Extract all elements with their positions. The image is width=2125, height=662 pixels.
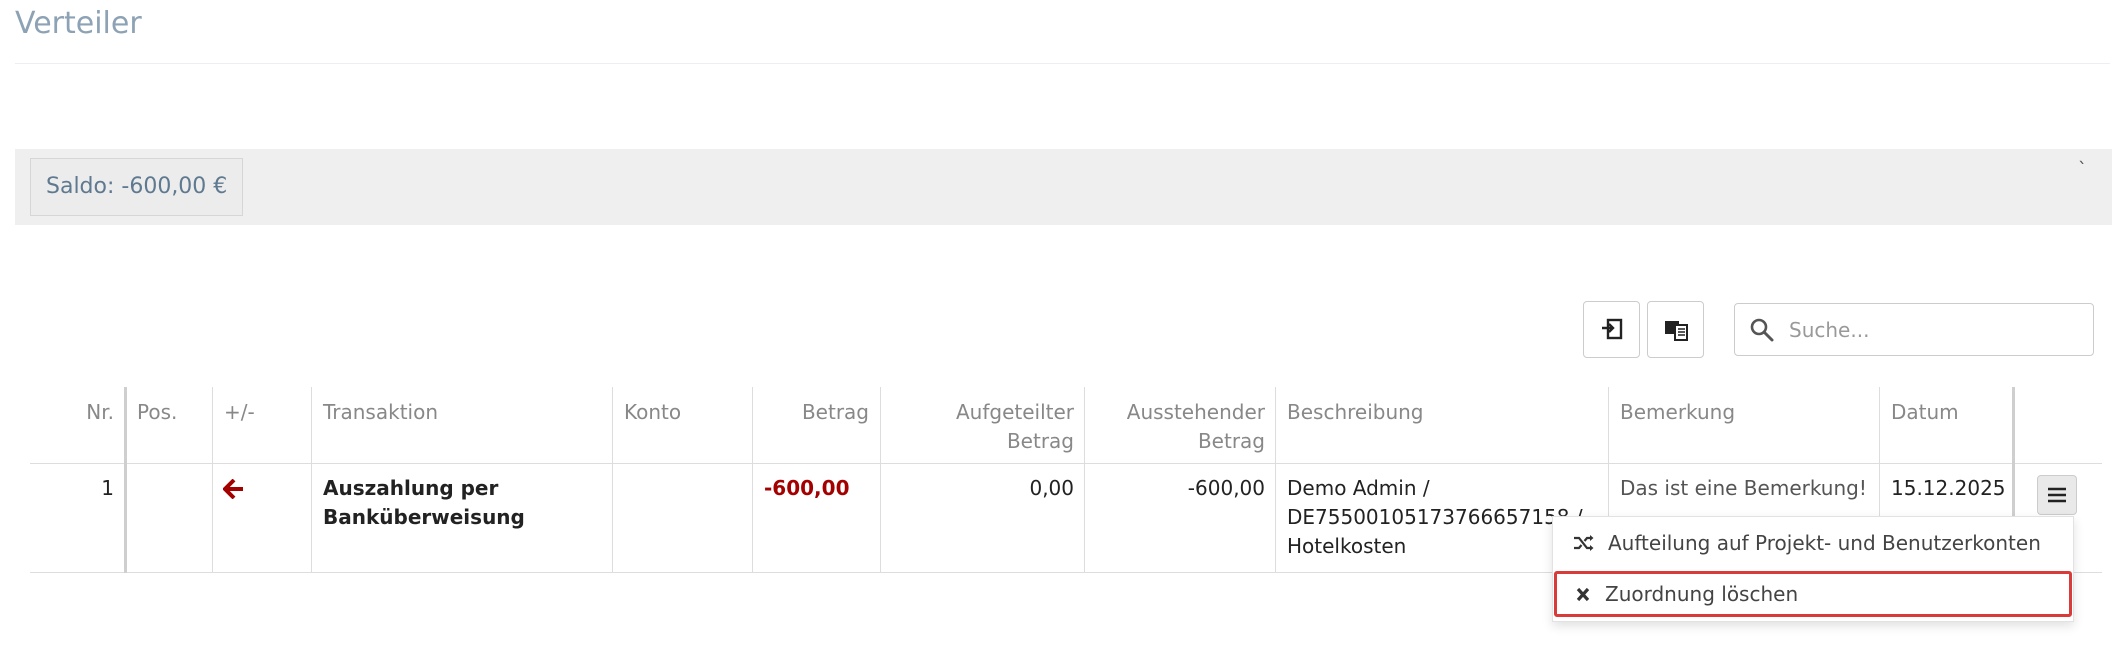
header-divider (30, 463, 2102, 464)
column-divider (1275, 387, 1276, 573)
cell-nr: 1 (101, 476, 114, 500)
header-date[interactable]: Datum (1891, 398, 1959, 427)
header-remark[interactable]: Bemerkung (1620, 398, 1735, 427)
row-actions-button[interactable] (2037, 475, 2077, 515)
cell-transaction-line1: Auszahlung per (323, 476, 499, 500)
search-box (1734, 303, 2094, 356)
header-split-amount-line2: Betrag (1006, 429, 1074, 453)
cell-date: 15.12.2025 (1891, 476, 2006, 500)
header-outstanding[interactable]: Ausstehender Betrag (1084, 398, 1265, 456)
header-outstanding-line1: Ausstehender (1126, 400, 1265, 424)
column-divider (212, 387, 213, 573)
import-icon (1601, 318, 1622, 339)
search-icon (1750, 318, 1774, 342)
cell-description-line3: Hotelkosten (1287, 534, 1407, 558)
arrow-left-icon (223, 479, 243, 499)
column-divider (124, 387, 127, 573)
columns-button[interactable] (1647, 301, 1704, 358)
column-divider (311, 387, 312, 573)
header-split-amount[interactable]: Aufgeteilter Betrag (880, 398, 1074, 456)
title-divider (15, 63, 2110, 64)
header-sign[interactable]: +/- (224, 398, 255, 427)
close-icon (1576, 587, 1590, 602)
cell-remark: Das ist eine Bemerkung! (1620, 476, 1867, 500)
header-pos[interactable]: Pos. (137, 398, 177, 427)
collapse-toggle[interactable]: ` (2078, 159, 2087, 180)
row-actions-dropdown: Aufteilung auf Projekt- und Benutzerkont… (1552, 516, 2074, 622)
menu-icon (2048, 487, 2066, 503)
menu-item-delete-assignment-label: Zuordnung löschen (1605, 582, 1799, 606)
page-title: Verteiler (15, 6, 142, 41)
cell-transaction-line2: Banküberweisung (323, 505, 525, 529)
header-description[interactable]: Beschreibung (1287, 398, 1424, 427)
header-amount[interactable]: Betrag (752, 398, 869, 427)
saldo-bar: Saldo: -600,00 € ` (15, 149, 2112, 225)
cell-description-line2: DE75500105173766657158 / (1287, 505, 1583, 529)
header-outstanding-line2: Betrag (1197, 429, 1265, 453)
cell-amount: -600,00 (764, 476, 850, 500)
header-account[interactable]: Konto (624, 398, 681, 427)
cell-description-line1: Demo Admin / (1287, 476, 1430, 500)
menu-item-split-accounts-label: Aufteilung auf Projekt- und Benutzerkont… (1608, 531, 2041, 555)
cell-outstanding: -600,00 (1187, 476, 1265, 500)
cell-split-amount: 0,00 (1029, 476, 1074, 500)
export-button[interactable] (1583, 301, 1640, 358)
search-input[interactable] (1787, 312, 2081, 348)
menu-item-split-accounts[interactable]: Aufteilung auf Projekt- und Benutzerkont… (1553, 521, 2073, 565)
cell-transaction: Auszahlung per Banküberweisung (323, 474, 525, 532)
header-split-amount-line1: Aufgeteilter (955, 400, 1074, 424)
saldo-badge: Saldo: -600,00 € (30, 158, 244, 216)
header-nr[interactable]: Nr. (30, 398, 114, 427)
columns-icon (1664, 320, 1688, 341)
shuffle-icon (1574, 535, 1594, 551)
column-divider (612, 387, 613, 573)
menu-item-delete-assignment[interactable]: Zuordnung löschen (1554, 571, 2072, 617)
cell-description: Demo Admin / DE75500105173766657158 / Ho… (1287, 474, 1583, 561)
header-transaction[interactable]: Transaktion (323, 398, 438, 427)
